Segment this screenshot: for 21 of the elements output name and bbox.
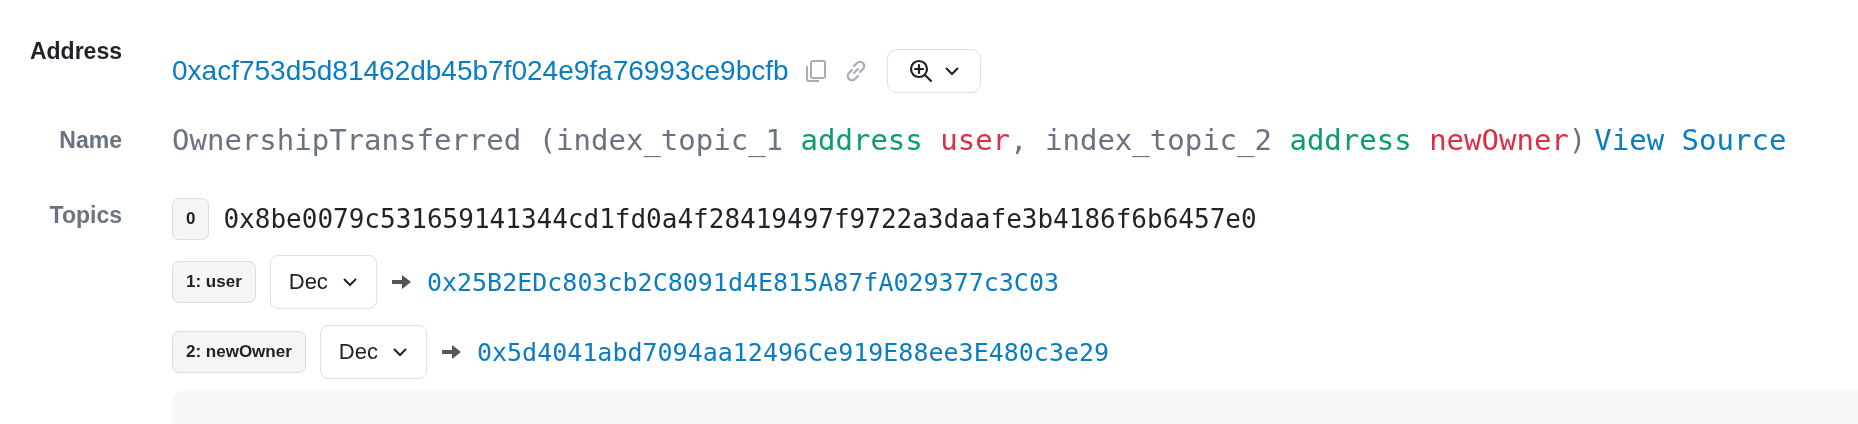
address-link[interactable]: 0xacf753d5d81462db45b7f024e9fa76993ce9bcfb	[172, 55, 789, 87]
arrow-right-icon	[390, 273, 413, 291]
topic-index-badge: 0	[172, 198, 210, 240]
topic-address-link[interactable]: 0x25B2EDc803cb2C8091d4E815A87fA029377c3C03	[426, 267, 1060, 297]
zoom-dropdown[interactable]	[886, 49, 981, 93]
field-label: Name	[59, 125, 122, 155]
topic-hash: 0x8be0079c531659141344cd1fd0a4f28419497f9722a3daafe3b4186f6b6457e0	[223, 204, 1257, 234]
format-select[interactable]: Dec	[319, 325, 427, 379]
caret-icon	[943, 66, 960, 76]
topic-address-link[interactable]: 0x5d4041abd7094aa12496Ce919E88ee3E480c3e29	[476, 337, 1110, 367]
event-signature: OwnershipTransferred (index_topic_1 address user, index_topic_2 address newOwner)	[172, 123, 1587, 157]
topic-index-badge: 2: newOwner	[172, 331, 306, 373]
caret-icon	[341, 277, 358, 287]
field-label: Address	[29, 38, 122, 66]
topic-index-badge: 1: user	[172, 261, 256, 303]
format-select[interactable]: Dec	[269, 255, 377, 309]
view-source-link[interactable]: View Source	[1594, 123, 1787, 157]
field-label: Topics	[49, 201, 122, 230]
caret-icon	[391, 347, 408, 357]
zoom-in-icon	[907, 58, 934, 84]
arrow-right-icon	[440, 343, 463, 361]
